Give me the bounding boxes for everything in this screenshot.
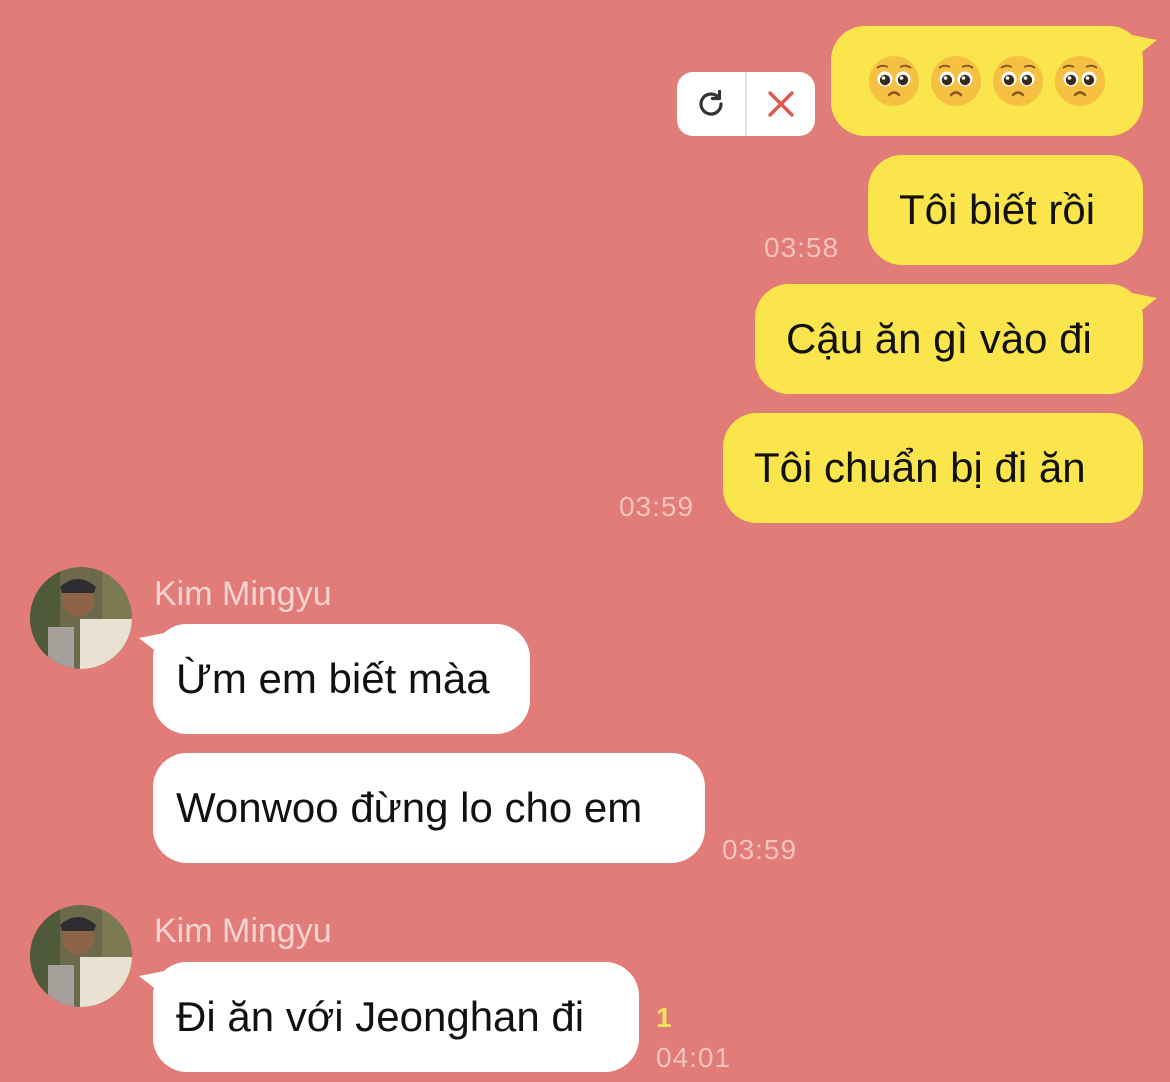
message-text: Đi ăn với Jeonghan đi bbox=[176, 993, 585, 1040]
message-text: Cậu ăn gì vào đi bbox=[786, 315, 1092, 362]
message-time: 03:59 bbox=[619, 491, 695, 522]
message-time: 03:58 bbox=[764, 232, 840, 263]
message-text: Wonwoo đừng lo cho em bbox=[176, 784, 643, 831]
outgoing-message[interactable]: Tôi chuẩn bị đi ăn bbox=[723, 413, 1143, 523]
avatar[interactable] bbox=[30, 567, 132, 669]
outgoing-message[interactable]: Cậu ăn gì vào đi bbox=[755, 284, 1143, 394]
pleading-face-icon bbox=[868, 55, 920, 107]
outgoing-emoji-bubble[interactable] bbox=[831, 26, 1143, 136]
sender-name: Kim Mingyu bbox=[154, 912, 332, 950]
incoming-message[interactable]: Ừm em biết màa bbox=[153, 624, 530, 734]
outgoing-message[interactable]: Tôi biết rồi bbox=[868, 155, 1143, 265]
pleading-face-icon bbox=[992, 55, 1044, 107]
pleading-face-icon bbox=[1054, 55, 1106, 107]
incoming-message[interactable]: Wonwoo đừng lo cho em bbox=[153, 753, 705, 863]
delete-button[interactable] bbox=[747, 72, 815, 136]
message-time: 03:59 bbox=[722, 834, 798, 865]
close-icon bbox=[768, 91, 794, 117]
avatar[interactable] bbox=[30, 905, 132, 1007]
message-text: Ừm em biết màa bbox=[176, 655, 490, 702]
pleading-face-icon bbox=[930, 55, 982, 107]
sender-name: Kim Mingyu bbox=[154, 575, 332, 613]
message-text: Tôi biết rồi bbox=[899, 186, 1096, 233]
failed-message-actions bbox=[677, 72, 815, 136]
retry-button[interactable] bbox=[677, 72, 745, 136]
unread-count: 1 bbox=[656, 1002, 672, 1033]
message-time: 04:01 bbox=[656, 1042, 732, 1073]
incoming-message[interactable]: Đi ăn với Jeonghan đi bbox=[153, 962, 639, 1072]
refresh-icon bbox=[699, 89, 723, 116]
message-text: Tôi chuẩn bị đi ăn bbox=[754, 444, 1086, 491]
